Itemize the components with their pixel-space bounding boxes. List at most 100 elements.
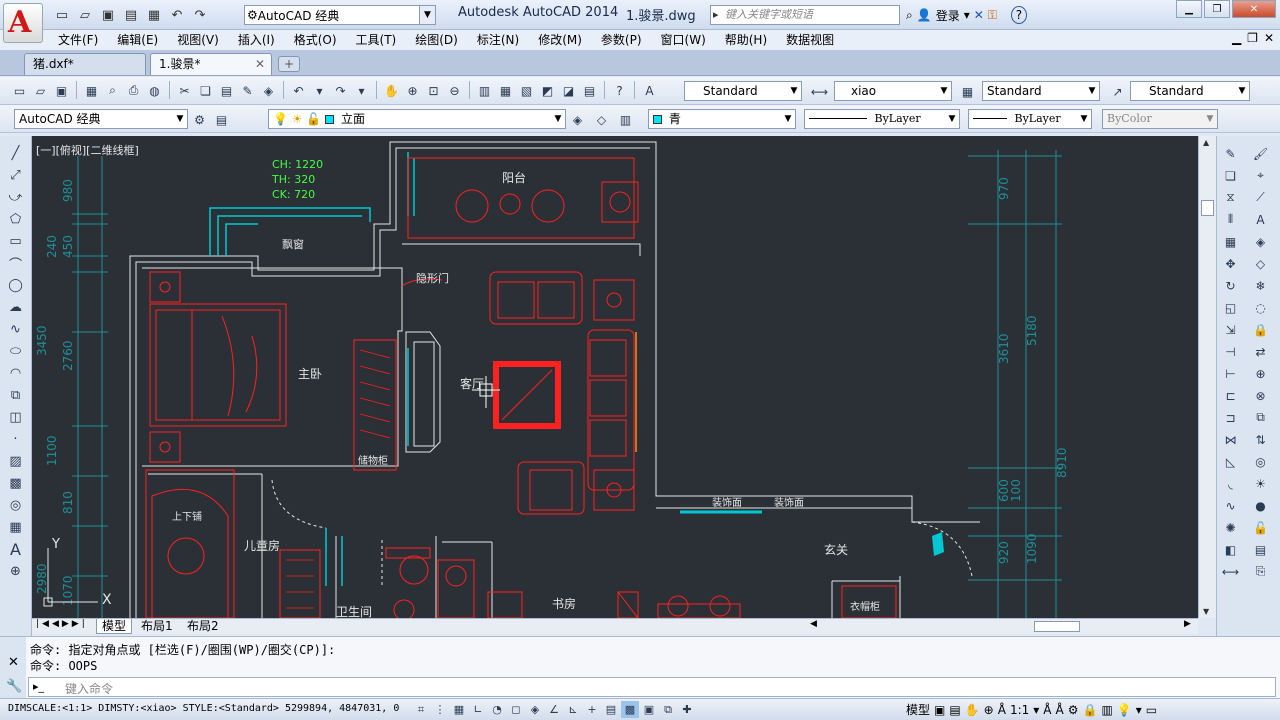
layer-match-icon[interactable]: ⇄ xyxy=(1251,342,1270,361)
ortho-mode-icon[interactable]: ∟ xyxy=(469,701,487,718)
menu-file[interactable]: 文件(F) xyxy=(58,30,107,50)
revision-cloud-icon[interactable]: ☁ xyxy=(6,298,25,317)
user-icon[interactable]: 👤 xyxy=(917,6,932,24)
stretch-icon[interactable]: ⇲ xyxy=(1221,320,1240,339)
multileader-style-dropdown[interactable]: Standard ▼ xyxy=(1130,81,1250,101)
doc-minimize-icon[interactable]: ▁ xyxy=(1232,31,1241,45)
layer-unlock-icon[interactable]: 🔓 xyxy=(1251,518,1270,537)
text-style-dropdown[interactable]: Standard ▼ xyxy=(684,81,802,101)
hatch-icon[interactable]: ▨ xyxy=(6,452,25,471)
annotation-scale-dropdown-icon[interactable]: ▾ xyxy=(1033,703,1039,717)
new-file-icon[interactable]: ▭ xyxy=(52,6,72,24)
properties-icon[interactable]: ▥ xyxy=(475,81,494,100)
quick-select-icon[interactable]: ⌖ xyxy=(1251,166,1270,185)
sheet-set-icon[interactable]: ◩ xyxy=(538,81,557,100)
zoom-previous-icon[interactable]: ⊖ xyxy=(445,81,464,100)
table-style-dropdown[interactable]: Standard ▼ xyxy=(982,81,1100,101)
insert-block-icon[interactable]: ⧉ xyxy=(6,386,25,405)
search-input[interactable]: ▸ 键入关键字或短语 xyxy=(710,5,900,25)
trim-icon[interactable]: ⊣ xyxy=(1221,342,1240,361)
layer-unisolate-icon[interactable]: ◎ xyxy=(1251,452,1270,471)
color-dropdown[interactable]: 青 ▼ xyxy=(648,109,796,129)
new-tab-button[interactable]: + xyxy=(278,56,300,72)
menu-modify[interactable]: 修改(M) xyxy=(538,30,591,50)
annotation-scale-icon[interactable]: Å xyxy=(998,703,1006,717)
join-icon[interactable]: ⋈ xyxy=(1221,430,1240,449)
scroll-left-icon[interactable]: ◀ xyxy=(810,619,817,629)
make-current-layer-icon[interactable]: ◈ xyxy=(568,110,587,129)
close-icon[interactable]: ✕ xyxy=(1232,0,1276,18)
ellipse-icon[interactable]: ⬭ xyxy=(6,342,25,361)
break-at-point-icon[interactable]: ⊏ xyxy=(1221,386,1240,405)
scroll-right-icon[interactable]: ▶ xyxy=(1184,619,1191,629)
redo-dropdown-icon[interactable]: ▾ xyxy=(352,81,371,100)
quick-view-layouts-icon[interactable]: ▣ xyxy=(934,703,945,717)
layer-merge-icon[interactable]: ⊕ xyxy=(1251,364,1270,383)
grid-display-icon[interactable]: ▦ xyxy=(450,701,468,718)
layer-delete-icon[interactable]: ⊗ xyxy=(1251,386,1270,405)
sign-in-button[interactable]: 登录 xyxy=(936,6,960,24)
infer-constraints-icon[interactable]: ⌗ xyxy=(412,701,430,718)
pan-status-icon[interactable]: ✋ xyxy=(965,703,980,717)
print-icon[interactable]: ▦ xyxy=(144,6,164,24)
menu-dimension[interactable]: 标注(N) xyxy=(477,30,528,50)
multileader-style-icon[interactable]: ↗ xyxy=(1108,82,1127,101)
3d-osnap-icon[interactable]: ◈ xyxy=(526,701,544,718)
cut-icon[interactable]: ✂ xyxy=(175,81,194,100)
layer-freeze-icon[interactable]: ❄ xyxy=(1251,276,1270,295)
workspace-settings-icon[interactable]: ⚙ xyxy=(190,110,209,129)
lineweight-icon[interactable]: ▤ xyxy=(602,701,620,718)
paste-icon[interactable]: ▤ xyxy=(217,81,236,100)
help-button[interactable]: ? xyxy=(1010,6,1027,24)
binoculars-icon[interactable]: ⌕ xyxy=(906,6,913,24)
annotation-scale-value[interactable]: 1:1 xyxy=(1010,703,1029,717)
text-style-icon[interactable]: A xyxy=(640,81,659,100)
layer-on-icon[interactable]: ● xyxy=(1251,496,1270,515)
drawing-canvas[interactable]: [一][俯视][二维线框] CH: 1220 TH: 320 CK: 720 9… xyxy=(32,136,1198,618)
exchange-icon[interactable]: ✕ xyxy=(974,6,984,24)
layer-isolate-icon[interactable]: ◇ xyxy=(1251,254,1270,273)
blend-icon[interactable]: ∿ xyxy=(1221,496,1240,515)
3d-print-icon[interactable]: ◍ xyxy=(145,81,164,100)
block-editor-icon[interactable]: ◈ xyxy=(259,81,278,100)
match-properties-icon[interactable]: ✎ xyxy=(238,81,257,100)
snap-mode-icon[interactable]: ⋮ xyxy=(431,701,449,718)
command-prompt-icon[interactable]: ▸_ xyxy=(33,680,44,693)
polyline-icon[interactable]: ⤻ xyxy=(6,188,25,207)
zoom-status-icon[interactable]: ⊕ xyxy=(984,703,994,717)
copy-object-icon[interactable]: ❏ xyxy=(1221,166,1240,185)
quick-view-drawings-icon[interactable]: ▤ xyxy=(949,703,960,717)
workspace-switching-icon[interactable]: ⚙ xyxy=(1068,703,1079,717)
layer-lock-icon[interactable]: 🔒 xyxy=(1251,320,1270,339)
minimize-icon[interactable]: ▁ xyxy=(1176,0,1202,18)
arc-icon[interactable]: ⌒ xyxy=(6,254,25,273)
tab-nav-arrows-icon[interactable]: |◀◀▶▶| xyxy=(36,619,88,629)
break-icon[interactable]: ⊐ xyxy=(1221,408,1240,427)
open-file-icon[interactable]: ▱ xyxy=(75,6,95,24)
lock-ui-icon[interactable]: 🔒 xyxy=(1082,703,1097,717)
text-edit-icon[interactable]: A xyxy=(1251,210,1270,229)
redo-icon[interactable]: ↷ xyxy=(331,81,350,100)
isolate-objects-icon[interactable]: 💡 xyxy=(1117,703,1132,717)
vertical-scroll-thumb[interactable] xyxy=(1201,200,1214,216)
restore-icon[interactable]: ❐ xyxy=(1204,0,1230,18)
polar-tracking-icon[interactable]: ◔ xyxy=(488,701,506,718)
dynamic-input-icon[interactable]: + xyxy=(583,701,601,718)
line-icon[interactable]: ╱ xyxy=(6,144,25,163)
zoom-realtime-icon[interactable]: ⊕ xyxy=(403,81,422,100)
command-input[interactable]: ▸_ 键入命令 xyxy=(28,677,1276,697)
tab-layout2[interactable]: 布局2 xyxy=(182,619,224,634)
object-snap-tracking-icon[interactable]: ∠ xyxy=(545,701,563,718)
layer-dropdown[interactable]: 💡 ☀ 🔓 立面 ▼ xyxy=(268,109,566,129)
redo-icon[interactable]: ↷ xyxy=(190,6,210,24)
tab-model[interactable]: 模型 xyxy=(96,619,133,634)
draw-order-icon[interactable]: ◧ xyxy=(1221,540,1240,559)
region-icon[interactable]: ◎ xyxy=(6,496,25,515)
gradient-icon[interactable]: ▩ xyxy=(6,474,25,493)
save-as-icon[interactable]: ▤ xyxy=(121,6,141,24)
file-tab-junjing[interactable]: 1.骏景* ✕ xyxy=(150,53,272,75)
clean-screen-icon[interactable]: ▭ xyxy=(1146,703,1157,717)
layer-thaw-icon[interactable]: ☀ xyxy=(1251,474,1270,493)
dynamic-ucs-icon[interactable]: ⊾ xyxy=(564,701,582,718)
menu-insert[interactable]: 插入(I) xyxy=(238,30,284,50)
